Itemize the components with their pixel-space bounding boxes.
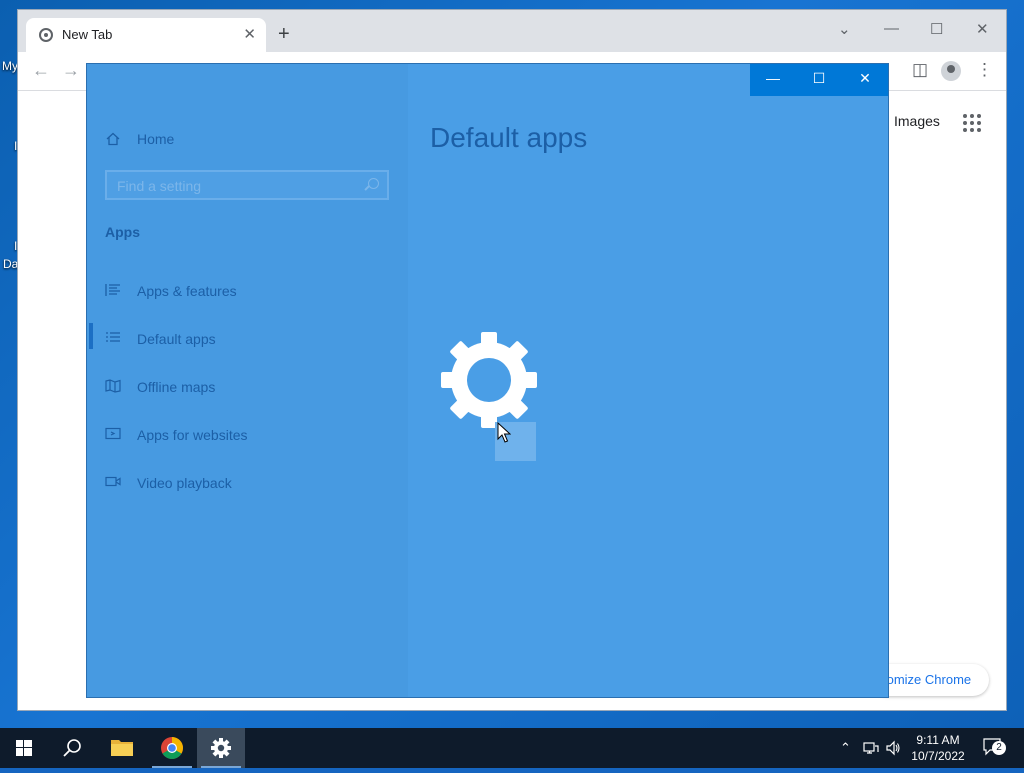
google-apps-icon[interactable] [963,114,981,132]
tab-search-chevron-icon[interactable]: ⌄ [838,20,851,38]
tab-close-icon[interactable]: ✕ [243,25,256,43]
apps-websites-icon [105,427,121,440]
chrome-close-button[interactable]: ✕ [976,20,989,38]
customize-chrome-button[interactable]: tomize Chrome [871,664,989,696]
notification-count-badge: 2 [992,741,1006,755]
mouse-cursor-icon [497,422,511,443]
back-arrow-icon[interactable]: ← [32,60,50,81]
settings-title-bar: — ☐ ✕ [750,64,888,96]
search-icon [368,178,379,189]
forward-arrow-icon[interactable]: → [62,60,80,81]
sidebar-item-label: Apps for websites [137,427,248,443]
selection-indicator [89,323,93,349]
settings-close-button[interactable]: ✕ [842,70,888,90]
clock-date: 10/7/2022 [911,749,965,763]
taskbar: ⌃ 9:11 AM 10/7/2022 2 [0,728,1024,768]
images-link[interactable]: Images [894,113,940,129]
windows-logo-icon [16,740,32,756]
video-playback-icon [105,476,121,487]
home-icon [106,132,120,146]
chrome-maximize-button[interactable]: ☐ [930,20,943,38]
sidebar-item-label: Video playback [137,475,232,491]
find-setting-input[interactable]: Find a setting [105,170,389,200]
chrome-minimize-button[interactable]: — [884,20,899,37]
desktop-icon-label[interactable]: I [14,139,17,153]
folder-icon [111,740,133,756]
page-title: Default apps [430,122,588,153]
settings-nav-pane: Home Find a setting Apps Apps & features… [87,64,408,697]
tray-chevron-up-icon[interactable]: ⌃ [840,740,851,756]
sidebar-item-label: Default apps [137,331,216,347]
new-tab-button[interactable]: + [278,24,290,44]
search-placeholder: Find a setting [117,178,202,194]
desktop-icon-label[interactable]: I [14,239,17,253]
apps-features-icon [105,284,120,296]
home-nav-item[interactable]: Home [137,131,174,147]
offline-maps-icon [105,379,121,393]
side-panel-icon[interactable]: ◫ [912,60,928,80]
file-explorer-button[interactable] [98,728,146,768]
loading-gear-icon [441,332,537,428]
settings-window: Home Find a setting Apps Apps & features… [87,64,888,697]
chrome-logo-icon [161,737,183,759]
tab-new-tab[interactable]: New Tab ✕ [26,18,266,52]
desktop-icon-label[interactable]: My [2,59,18,73]
sidebar-item-label: Apps & features [137,283,237,299]
taskbar-clock[interactable]: 9:11 AM 10/7/2022 [908,732,968,764]
tab-title: New Tab [62,27,113,42]
desktop-icon-label[interactable]: Da [3,257,18,271]
search-icon [63,739,81,757]
volume-icon[interactable] [885,740,901,756]
settings-minimize-button[interactable]: — [750,70,796,90]
more-menu-icon[interactable]: ⋮ [976,60,993,80]
settings-gear-icon [211,738,231,758]
sidebar-item-label: Offline maps [137,379,216,395]
search-button[interactable] [48,728,96,768]
chrome-favicon-icon [39,28,53,42]
chrome-tab-bar: New Tab ✕ + ⌄ — ☐ ✕ [18,10,1006,52]
chrome-taskbar-button[interactable] [148,728,196,768]
clock-time: 9:11 AM [916,733,960,747]
settings-taskbar-button[interactable] [197,728,245,768]
profile-avatar-icon[interactable] [941,61,961,81]
section-heading-apps: Apps [105,224,140,240]
start-button[interactable] [0,728,48,768]
customize-chrome-label: tomize Chrome [883,672,972,687]
network-icon[interactable] [863,740,879,756]
action-center-button[interactable]: 2 [983,738,1006,756]
settings-maximize-button[interactable]: ☐ [796,70,842,90]
default-apps-icon [106,332,120,342]
